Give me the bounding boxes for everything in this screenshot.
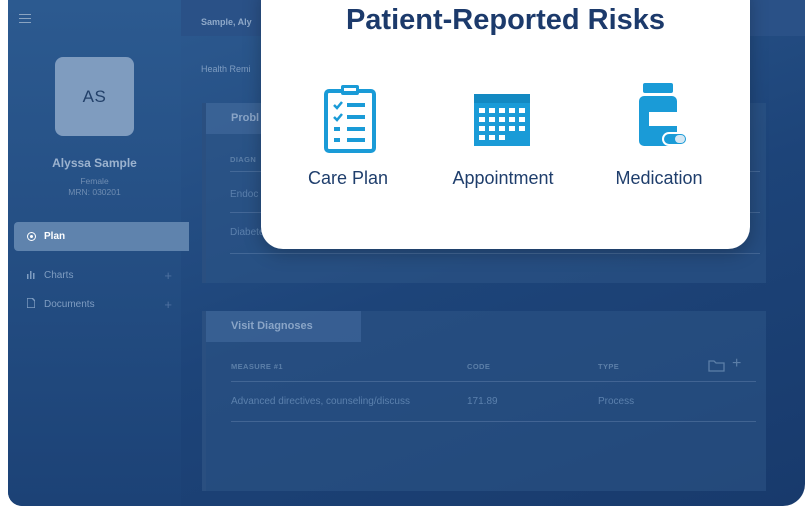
- patient-mrn: MRN: 030201: [68, 187, 121, 197]
- option-label: Care Plan: [307, 168, 389, 188]
- problem-row[interactable]: Endoc: [230, 189, 258, 200]
- add-document-icon[interactable]: +: [164, 297, 172, 312]
- calendar-icon: [474, 94, 530, 146]
- code-column-header: CODE: [467, 362, 491, 371]
- folder-icon[interactable]: [708, 359, 725, 377]
- medication-option[interactable]: Medication: [584, 82, 734, 202]
- patient-name: Alyssa Sample: [52, 156, 137, 170]
- measure-column-header: MEASURE #1: [231, 362, 283, 371]
- patient-reported-risks-modal: Patient-Reported Risks Care Plan Appoint…: [261, 0, 750, 249]
- target-icon: [27, 232, 36, 241]
- add-diagnosis-icon[interactable]: +: [732, 355, 741, 373]
- sidebar-item-label: Charts: [44, 269, 74, 281]
- option-label: Medication: [615, 168, 703, 188]
- type-cell: Process: [598, 396, 635, 407]
- code-cell: 171.89: [467, 396, 498, 407]
- patient-gender: Female: [80, 176, 109, 186]
- measure-cell[interactable]: Advanced directives, counseling/discuss: [231, 396, 410, 407]
- option-label: Appointment: [452, 168, 554, 188]
- hamburger-menu-icon[interactable]: [19, 14, 31, 23]
- clipboard-checklist-icon: [324, 85, 376, 153]
- divider: [231, 421, 756, 422]
- problem-row[interactable]: Diabete: [230, 227, 264, 238]
- appointment-option[interactable]: Appointment: [428, 82, 578, 202]
- sidebar-item-label: Documents: [44, 298, 95, 310]
- care-plan-option[interactable]: Care Plan: [273, 82, 423, 202]
- sidebar-item-label: Plan: [44, 231, 66, 242]
- type-column-header: TYPE: [598, 362, 620, 371]
- avatar: AS: [55, 57, 134, 136]
- breadcrumb[interactable]: Sample, Aly: [201, 17, 252, 27]
- sidebar-item-charts[interactable]: Charts +: [27, 268, 172, 283]
- visit-diagnoses-tab[interactable]: Visit Diagnoses: [206, 311, 361, 342]
- bar-chart-icon: [27, 270, 38, 281]
- divider: [231, 381, 756, 382]
- modal-title: Patient-Reported Risks: [345, 4, 666, 36]
- sidebar-item-plan[interactable]: Plan: [14, 222, 189, 251]
- visit-diagnoses-panel: Visit Diagnoses MEASURE #1 CODE TYPE + A…: [202, 311, 766, 491]
- sidebar: AS Alyssa Sample Female MRN: 030201 Plan…: [8, 0, 189, 506]
- divider: [230, 253, 760, 254]
- sub-section-title[interactable]: Health Remi: [201, 64, 251, 74]
- diagnosis-column-header: DIAGN: [230, 155, 257, 164]
- document-icon: [26, 297, 38, 310]
- add-chart-icon[interactable]: +: [164, 268, 172, 283]
- sidebar-item-documents[interactable]: Documents +: [26, 297, 172, 312]
- pill-bottle-icon: [639, 83, 688, 146]
